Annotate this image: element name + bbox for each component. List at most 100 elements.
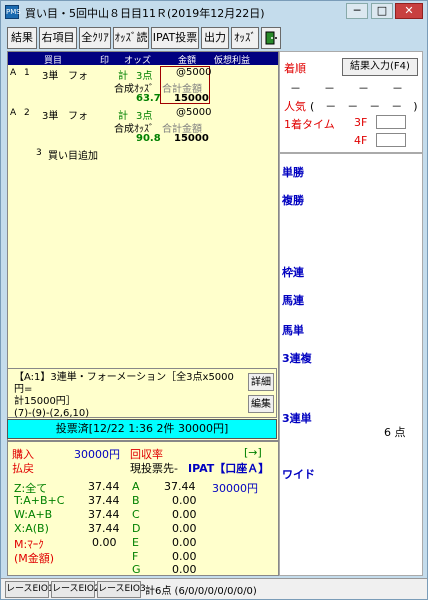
summary-lval: 0.00 [172, 522, 197, 535]
result-dash: － [324, 82, 335, 95]
header-kingaku: 金額 [178, 56, 197, 66]
bet-type-sanrenpuku: 3連複 [282, 352, 312, 365]
summary-lval: 0.00 [172, 550, 197, 563]
app-icon: PMS [5, 5, 21, 19]
summary-panel: 購入 30000円 回収率 [→] 払戻 現投票先- IPAT【口座Ａ】 Z:全… [7, 441, 279, 576]
summary-key: T:A+B+C [14, 494, 65, 507]
exit-button[interactable] [261, 27, 281, 49]
f4-field[interactable] [376, 133, 406, 147]
maximize-button[interactable]: □ [371, 3, 393, 19]
window-title: 買い目・5回中山８日目11Ｒ(2019年12月22日) [25, 7, 265, 20]
summary-val: 0.00 [92, 536, 117, 549]
race-tab-1[interactable]: レースEIO1 [5, 581, 54, 598]
gousei-odds: 63.7 [136, 93, 161, 104]
main-window: PMS 買い目・5回中山８日目11Ｒ(2019年12月22日) ─ □ ✕ 結果… [0, 0, 428, 600]
bet-types-panel: 単勝 複勝 枠連 馬連 馬単 3連複 3連単 6 点 ワイド [279, 153, 423, 576]
status-bar: レースEIO1 レースEIO2 レースEIO3 計6点 (6/0/0/0/0/0… [1, 578, 427, 599]
bet-type-wakuren: 枠連 [282, 266, 304, 279]
bet-total: 15000 [174, 133, 209, 144]
result-input-button[interactable]: 結果入力(F4) [342, 58, 418, 76]
race-tab-2[interactable]: レースEIO2 [51, 581, 100, 598]
result-dash: － [392, 82, 403, 95]
summary-letter: D [132, 522, 141, 535]
description-line: 【A:1】3連単・フォーメーション［全3点x5000円= [14, 372, 234, 395]
header-in: 印 [100, 56, 110, 66]
race-tab-3[interactable]: レースEIO3 [97, 581, 146, 598]
bet-total: 15000 [174, 93, 209, 104]
bet-stake: @5000 [176, 67, 212, 78]
odds-button[interactable]: ｵｯｽﾞ [231, 27, 259, 49]
bet-type-umaren: 馬連 [282, 294, 304, 307]
bet-index: 2 [24, 108, 30, 118]
bet-description: 【A:1】3連単・フォーメーション［全3点x5000円= 計15000円］ (7… [7, 368, 277, 420]
bet-type-sanrentan: 3連単 [282, 412, 312, 425]
output-button[interactable]: 出力 [201, 27, 229, 49]
exit-door-icon [265, 31, 277, 45]
edit-button[interactable]: 編集 [248, 395, 274, 413]
bet-index: 1 [24, 68, 30, 78]
gousei-odds: 90.8 [136, 133, 161, 144]
bet-type-fukusho: 複勝 [282, 194, 304, 207]
ipat-vote-button[interactable]: IPAT投票 [151, 27, 199, 49]
title-bar: PMS 買い目・5回中山８日目11Ｒ(2019年12月22日) ─ □ ✕ [1, 1, 427, 23]
description-text: 【A:1】3連単・フォーメーション［全3点x5000円= 計15000円］ (7… [14, 372, 242, 420]
close-button[interactable]: ✕ [395, 3, 423, 19]
summary-lval: 0.00 [172, 494, 197, 507]
summary-letter: A [132, 480, 140, 493]
vote-status-bar: 投票済[12/22 1:36 2件 30000円] [7, 419, 277, 439]
description-line: 計15000円］ [14, 396, 76, 407]
header-kaime: 買目 [44, 56, 63, 66]
bet-group: A [10, 108, 17, 118]
bet-stake: @5000 [176, 107, 212, 118]
result-dash: － [290, 82, 301, 95]
summary-lval: 0.00 [172, 563, 197, 576]
summary-val: 37.44 [88, 508, 120, 521]
summary-amount: 30000円 [212, 482, 258, 495]
summary-val: 37.44 [88, 480, 120, 493]
chakujun-label: 着順 [284, 62, 306, 75]
bet-type-tansho: 単勝 [282, 166, 304, 179]
result-button[interactable]: 結果 [7, 27, 37, 49]
sanrentan-points: 6 点 [384, 426, 406, 439]
summary-letter: B [132, 494, 140, 507]
ninki-label: 人気 [284, 100, 306, 113]
summary-letter: F [132, 550, 139, 563]
add-bet-label: 買い目追加 [48, 151, 98, 162]
bet-type: 3単 [42, 71, 59, 82]
summary-letter: C [132, 508, 140, 521]
result-panel: 着順 結果入力(F4) － － － － 人気 ( － － － － ) 1着タイム… [279, 51, 423, 153]
f3-label: 3F [354, 116, 368, 129]
summary-letter: G [132, 563, 141, 576]
bet-type-wide: ワイド [282, 468, 315, 481]
bet-type-umatan: 馬単 [282, 324, 304, 337]
bet-method: フォ [68, 71, 88, 82]
f3-field[interactable] [376, 115, 406, 129]
haraimodoshi-label: 払戻 [12, 462, 34, 475]
status-text: 計6点 (6/0/0/0/0/0/0/0) [145, 586, 257, 597]
summary-lval: 37.44 [164, 480, 196, 493]
summary-val: 37.44 [88, 494, 120, 507]
read-odds-button[interactable]: ｵｯｽﾞ読 [113, 27, 149, 49]
bet-method: フォ [68, 111, 88, 122]
summary-lval: 0.00 [172, 536, 197, 549]
right-item-button[interactable]: 右項目 [39, 27, 77, 49]
summary-lval: 0.00 [172, 508, 197, 521]
header-kasou: 仮想利益 [214, 56, 251, 66]
bet-type: 3単 [42, 111, 59, 122]
clear-all-button[interactable]: 全ｸﾘｱ [79, 27, 111, 49]
kounyu-value: 30000円 [74, 448, 120, 461]
bet-group: A [10, 68, 17, 78]
first-time-label: 1着タイム [284, 118, 335, 131]
bets-header: 買目 印 オッズ 金額 仮想利益 [8, 52, 278, 66]
minimize-button[interactable]: ─ [346, 3, 368, 19]
current-vote-label: 現投票先- [130, 462, 178, 475]
f4-label: 4F [354, 134, 368, 147]
detail-button[interactable]: 詳細 [248, 373, 274, 391]
summary-letter: E [132, 536, 139, 549]
ninki-value: ( － － － － ) [310, 100, 418, 113]
arrow-button[interactable]: [→] [244, 446, 262, 459]
summary-key: (M金額) [14, 552, 55, 565]
header-odds: オッズ [124, 56, 152, 66]
summary-key: X:A(B) [14, 522, 49, 535]
summary-val: 37.44 [88, 522, 120, 535]
